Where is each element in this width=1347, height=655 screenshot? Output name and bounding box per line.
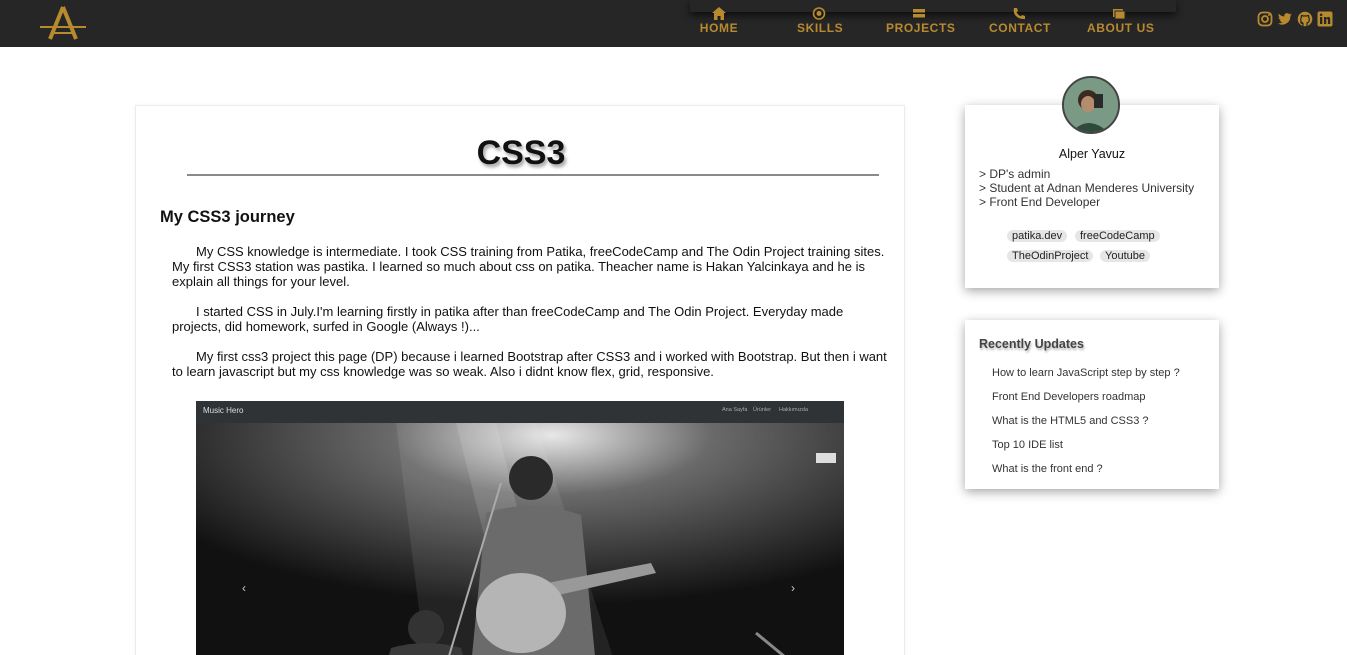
home-icon bbox=[712, 7, 726, 20]
instagram-icon[interactable] bbox=[1257, 11, 1273, 27]
profile-role-3: > Front End Developer bbox=[979, 195, 1101, 209]
nav-contact-label: CONTACT bbox=[989, 21, 1051, 35]
tag-theodinproject[interactable]: TheOdinProject bbox=[1007, 250, 1094, 262]
profile-role-1: > DP's admin bbox=[979, 167, 1051, 181]
update-link[interactable]: Top 10 IDE list bbox=[992, 439, 1063, 451]
nav-home[interactable]: HOME bbox=[699, 7, 739, 41]
profile-role-2: > Student at Adnan Menderes University bbox=[979, 181, 1195, 195]
nav-projects[interactable]: PROJECTS bbox=[886, 7, 956, 41]
nav-about-us-label: ABOUT US bbox=[1087, 21, 1155, 35]
project-screenshot: Music Hero Ana Sayfa Ürünler Hakkımızda … bbox=[196, 401, 844, 655]
card-icon bbox=[1113, 9, 1126, 20]
avatar[interactable] bbox=[1062, 76, 1120, 134]
update-link[interactable]: What is the HTML5 and CSS3 ? bbox=[992, 415, 1149, 427]
nav-home-label: HOME bbox=[699, 21, 739, 35]
chevron-left-icon[interactable]: ‹ bbox=[242, 581, 246, 595]
nav-projects-label: PROJECTS bbox=[886, 21, 956, 35]
concert-photo bbox=[196, 423, 844, 655]
linkedin-icon[interactable] bbox=[1317, 11, 1333, 27]
article-title: CSS3 bbox=[476, 134, 566, 172]
paragraph-2: I started CSS in July.I'm learning first… bbox=[172, 304, 844, 334]
updates-title: Recently Updates bbox=[979, 337, 1084, 351]
paragraph-3: My first css3 project this page (DP) bec… bbox=[172, 349, 887, 379]
article-subtitle: My CSS3 journey bbox=[160, 208, 295, 226]
target-icon bbox=[812, 7, 826, 20]
screenshot-nav-1: Ana Sayfa bbox=[722, 407, 748, 413]
screenshot-brand: Music Hero bbox=[203, 406, 244, 415]
nav-about-us[interactable]: ABOUT US bbox=[1087, 7, 1155, 41]
nav-skills[interactable]: SKILLS bbox=[797, 7, 844, 41]
article-card: CSS3 My CSS3 journey My CSS knowledge is… bbox=[135, 105, 905, 655]
recent-updates-card: Recently Updates How to learn JavaScript… bbox=[965, 320, 1219, 489]
screenshot-nav-2: Ürünler bbox=[753, 407, 772, 413]
nav-contact[interactable]: CONTACT bbox=[989, 7, 1051, 41]
tag-patika[interactable]: patika.dev bbox=[1007, 230, 1068, 242]
update-link[interactable]: What is the front end ? bbox=[992, 463, 1103, 475]
screenshot-navbar: Music Hero Ana Sayfa Ürünler Hakkımızda bbox=[196, 401, 844, 423]
update-link[interactable]: Front End Developers roadmap bbox=[992, 391, 1145, 403]
folder-icon bbox=[913, 9, 925, 18]
nav-skills-label: SKILLS bbox=[797, 21, 844, 35]
github-icon[interactable] bbox=[1297, 11, 1313, 27]
paragraph-1: My CSS knowledge is intermediate. I took… bbox=[172, 244, 885, 289]
profile-name: Alper Yavuz bbox=[1058, 147, 1126, 161]
chevron-right-icon[interactable]: › bbox=[791, 581, 795, 595]
letter-a-logo-icon[interactable] bbox=[38, 5, 88, 41]
profile-photo-icon bbox=[1064, 78, 1118, 132]
profile-card: Alper Yavuz > DP's admin > Student at Ad… bbox=[965, 76, 1219, 288]
tag-freecodecamp[interactable]: freeCodeCamp bbox=[1075, 230, 1160, 242]
tag-youtube[interactable]: Youtube bbox=[1100, 250, 1150, 262]
update-link[interactable]: How to learn JavaScript step by step ? bbox=[992, 367, 1180, 379]
phone-icon bbox=[1013, 8, 1025, 20]
top-navbar: HOME SKILLS PROJECTS CONTACT ABOUT US bbox=[0, 0, 1347, 47]
title-divider bbox=[187, 174, 879, 176]
twitter-icon[interactable] bbox=[1277, 11, 1293, 27]
screenshot-nav-3: Hakkımızda bbox=[779, 407, 809, 413]
